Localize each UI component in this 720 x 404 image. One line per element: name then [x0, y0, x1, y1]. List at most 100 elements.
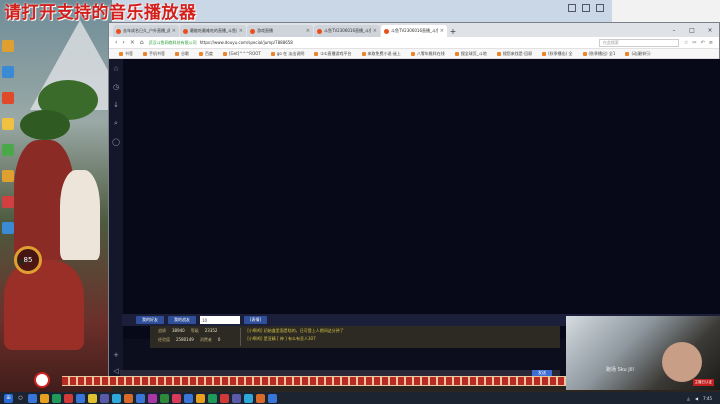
bookmark-item[interactable]: 搜全球页_斗地: [454, 51, 487, 57]
taskbar-app-icon[interactable]: [256, 393, 265, 403]
bookmark-item[interactable]: go 在 淡出说明: [270, 51, 304, 57]
emote-button[interactable]: [表情]: [244, 316, 268, 324]
search-input[interactable]: 在此搜索: [598, 38, 679, 47]
bookmark-item[interactable]: 来取免费小说·迷上: [361, 51, 401, 57]
new-tab-icon[interactable]: +: [448, 25, 458, 37]
bookmark-item[interactable]: 谷歌: [175, 51, 189, 57]
close-icon[interactable]: [596, 4, 604, 12]
desktop-app-icon[interactable]: [2, 92, 14, 104]
bookmark-item[interactable]: ①①直播游戏平台: [314, 51, 352, 57]
browser-tab-active[interactable]: 斗鱼TV2306016直播_斗鱼直播 ×: [381, 25, 447, 37]
bookmark-item[interactable]: (秋季播出) 全: [542, 51, 573, 57]
taskbar-app-icon[interactable]: [112, 393, 121, 403]
character-graphic: [4, 260, 84, 350]
home-icon[interactable]: ⌂: [140, 39, 144, 46]
tab-label: 去年成名已久_户外直播_虎牙: [123, 28, 170, 33]
taskbar-app-icon[interactable]: [244, 393, 253, 403]
taskbar-app-icon[interactable]: [148, 393, 157, 403]
bookmark-item[interactable]: 百度: [199, 51, 213, 57]
bookmark-icon: [199, 51, 203, 56]
clock-icon[interactable]: ◷: [113, 83, 119, 91]
desktop-app-icon[interactable]: [2, 196, 14, 208]
taskbar-app-icon[interactable]: [208, 393, 217, 403]
volume-icon[interactable]: ◀: [695, 396, 698, 401]
undo-icon[interactable]: ↶: [701, 40, 705, 46]
tab-close-icon[interactable]: ×: [440, 28, 444, 34]
taskbar-app-icon[interactable]: [268, 393, 277, 403]
bookmark-icon: [143, 51, 147, 56]
tab-close-icon[interactable]: ×: [373, 28, 377, 34]
window-controls: – □ ×: [665, 23, 719, 37]
browser-tab[interactable]: 去年成名已久_户外直播_虎牙 ×: [113, 25, 179, 37]
bookmark-item[interactable]: 书签: [119, 51, 133, 57]
url-field[interactable]: 武汉斗鱼网络科技有限公司 https://www.douyu.com/speci…: [149, 39, 594, 47]
download-icon[interactable]: ↓: [113, 101, 119, 109]
plus-icon[interactable]: +: [113, 351, 119, 359]
forward-icon[interactable]: ›: [122, 39, 124, 46]
minimize-icon[interactable]: –: [665, 23, 683, 37]
desktop-app-icon[interactable]: [2, 170, 14, 182]
maximize-icon[interactable]: □: [683, 23, 701, 37]
taskbar-app-icon[interactable]: [76, 393, 85, 403]
desktop-app-icon[interactable]: [2, 144, 14, 156]
taskbar-app-icon[interactable]: [232, 393, 241, 403]
collapse-icon[interactable]: ◁: [113, 367, 118, 375]
taskbar-app-icon[interactable]: [52, 393, 61, 403]
tab-label: 斗鱼TV2306016直播_斗鱼直播: [391, 28, 438, 33]
taskbar-app-icon[interactable]: [64, 393, 73, 403]
close-icon[interactable]: ×: [701, 23, 719, 37]
allies-button[interactable]: 我的战友: [168, 316, 196, 324]
taskbar-app-icon[interactable]: [136, 393, 145, 403]
taskbar-app-icon[interactable]: [220, 393, 229, 403]
webcam-overlay: 跑场 Sku Jill 主播已认证: [566, 316, 720, 390]
chat-icon[interactable]: ◯: [112, 138, 120, 146]
taskbar-app-icon[interactable]: [160, 393, 169, 403]
bookmark-item[interactable]: (秋季播出) 全1: [582, 51, 615, 57]
maximize-icon[interactable]: [582, 4, 590, 12]
bookmark-item[interactable]: (动漫排行): [625, 51, 651, 57]
menu-icon[interactable]: ≡: [709, 40, 713, 46]
close-page-icon[interactable]: ×: [130, 39, 135, 46]
bookmark-item[interactable]: 手机书签: [143, 51, 165, 57]
bookmark-item[interactable]: 搜您来找是·回顾: [496, 51, 532, 57]
tab-close-icon[interactable]: ×: [172, 28, 176, 34]
clock[interactable]: 7:45: [703, 396, 712, 401]
tab-close-icon[interactable]: ×: [239, 28, 243, 34]
taskbar-app-icon[interactable]: [100, 393, 109, 403]
start-icon[interactable]: ⊞: [4, 393, 13, 403]
chat-message: [小啊鸡] 初始盒里面是啥的，日可登上人期间这分钟了: [247, 328, 344, 333]
tab-close-icon[interactable]: ×: [306, 28, 310, 34]
search-icon[interactable]: ⌕: [114, 119, 118, 128]
desktop-app-icon[interactable]: [2, 222, 14, 234]
minimize-icon[interactable]: [568, 4, 576, 12]
browser-tab[interactable]: 斗鱼TV2306016直播_斗鱼直播 ×: [314, 25, 380, 37]
network-icon[interactable]: ◬: [687, 396, 690, 401]
chat-count-input[interactable]: 10: [200, 316, 240, 324]
browser-tab[interactable]: 游戏直播 ×: [247, 25, 313, 37]
music-player-banner: 请打开支持的音乐播放器: [4, 3, 197, 23]
taskbar-app-icon[interactable]: [88, 393, 97, 403]
desktop-app-icon[interactable]: [2, 118, 14, 130]
taskbar-app-icon[interactable]: [124, 393, 133, 403]
star-icon[interactable]: ☆: [113, 65, 119, 73]
desktop-app-icon[interactable]: [2, 40, 14, 52]
taskbar-app-icon[interactable]: [184, 393, 193, 403]
scissors-icon[interactable]: ✂: [692, 40, 696, 46]
friends-button[interactable]: 我的好友: [136, 316, 164, 324]
browser-tab[interactable]: 最能吃最难吃的直播_斗鱼直播 ×: [180, 25, 246, 37]
bookmark-item[interactable]: [Get]^^^ROOT: [223, 51, 261, 56]
taskbar-app-icon[interactable]: [28, 393, 37, 403]
desktop-app-icon[interactable]: [2, 66, 14, 78]
bookmark-item[interactable]: 八零年稚科在线: [410, 51, 445, 57]
back-icon[interactable]: ‹: [115, 39, 117, 46]
taskbar-app-icon[interactable]: [196, 393, 205, 403]
taskbar-app-icon[interactable]: [172, 393, 181, 403]
taskbar-app-icon[interactable]: [40, 393, 49, 403]
bookmark-icon: [175, 51, 179, 56]
star-icon[interactable]: ☆: [684, 40, 688, 46]
game-scene: 85: [0, 0, 112, 404]
page-content[interactable]: [123, 59, 720, 339]
sidebar-bottom: + ◁: [113, 351, 119, 375]
bookmark-icon: [454, 51, 459, 56]
search-icon[interactable]: ○: [16, 394, 25, 403]
